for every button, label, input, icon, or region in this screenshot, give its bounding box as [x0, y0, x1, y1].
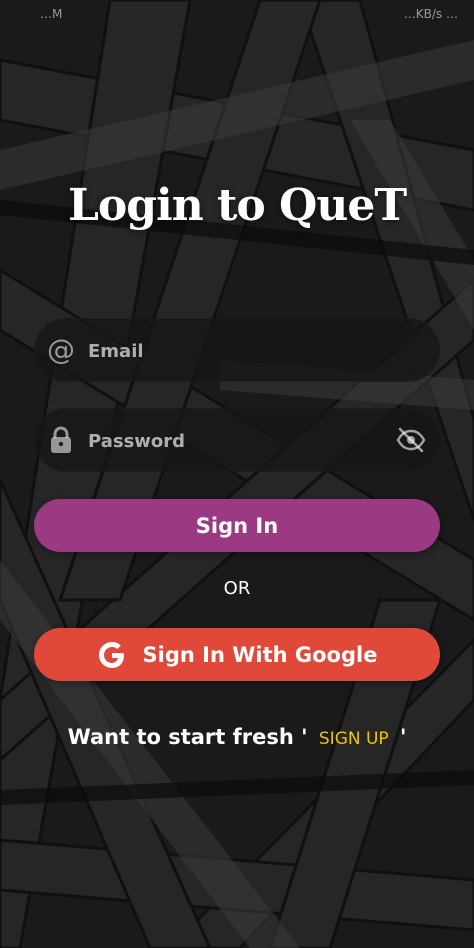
sign-in-label: Sign In — [195, 513, 279, 538]
lock-icon — [44, 422, 78, 458]
signup-prompt-suffix: ' — [400, 725, 407, 749]
password-field-container — [34, 408, 440, 472]
google-sign-in-button[interactable]: Sign In With Google — [34, 628, 440, 681]
email-input[interactable] — [86, 336, 380, 366]
sign-up-link[interactable]: SIGN UP — [319, 729, 389, 749]
email-field-container: @ — [34, 318, 440, 382]
login-screen: Login to QueT @ Sign In OR Sign In With — [0, 0, 474, 948]
google-icon — [98, 641, 124, 668]
page-title: Login to QueT — [67, 180, 407, 231]
at-icon: @ — [47, 333, 75, 366]
password-input[interactable] — [86, 426, 380, 456]
sign-in-button[interactable]: Sign In — [34, 499, 440, 552]
signup-prompt: Want to start fresh ' SIGN UP ' — [0, 725, 474, 749]
google-sign-in-label: Sign In With Google — [142, 642, 378, 667]
signup-prompt-text: Want to start fresh ' — [67, 725, 308, 749]
or-divider: OR — [223, 578, 251, 599]
eye-off-icon[interactable] — [396, 427, 426, 453]
